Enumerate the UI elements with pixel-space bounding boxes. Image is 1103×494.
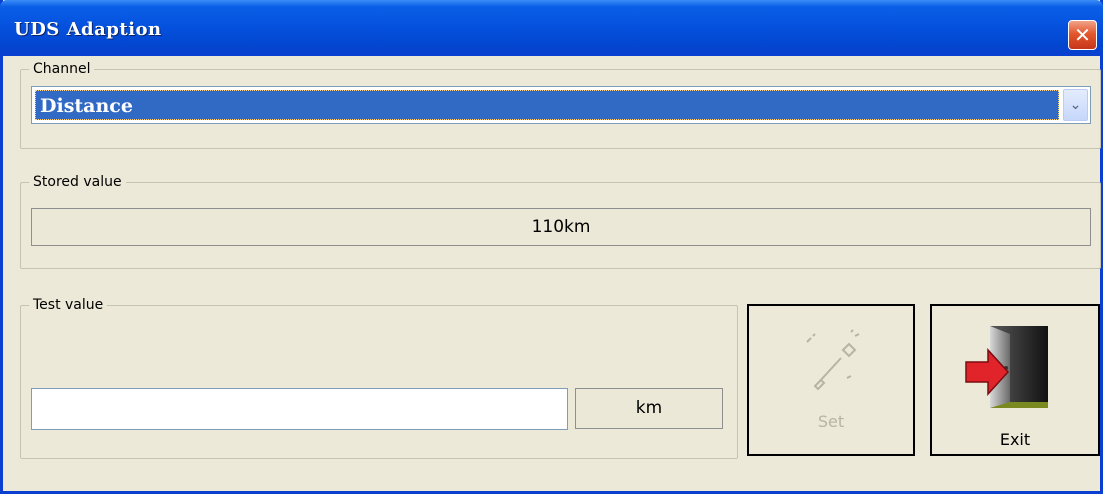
close-button[interactable]: ✕ (1068, 20, 1097, 50)
exit-button[interactable]: Exit (930, 304, 1100, 456)
window-title: UDS Adaption (14, 19, 162, 40)
chevron-down-icon: ⌄ (1069, 97, 1082, 113)
channel-selected-value: Distance (40, 95, 133, 117)
close-icon: ✕ (1074, 23, 1091, 47)
stored-value-legend: Stored value (29, 173, 126, 191)
test-value-unit: km (575, 388, 723, 429)
dropdown-button[interactable]: ⌄ (1063, 89, 1088, 121)
wrench-icon (806, 329, 860, 391)
title-bar[interactable]: UDS Adaption ✕ (0, 0, 1103, 56)
test-value-legend: Test value (29, 296, 108, 314)
set-button-label: Set (817, 412, 845, 431)
channel-legend: Channel (29, 60, 95, 78)
channel-selected-highlight: Distance (35, 90, 1059, 120)
stored-value-display: 110km (31, 208, 1091, 246)
uds-adaption-window: UDS Adaption ✕ Channel Distance ⌄ Stored… (0, 0, 1103, 494)
test-value-input[interactable] (31, 388, 568, 430)
exit-button-label: Exit (999, 430, 1031, 449)
test-value-group: Test value (20, 296, 738, 459)
exit-door-icon (965, 326, 1048, 408)
set-button[interactable]: Set (747, 304, 915, 456)
channel-select[interactable]: Distance ⌄ (31, 86, 1091, 124)
